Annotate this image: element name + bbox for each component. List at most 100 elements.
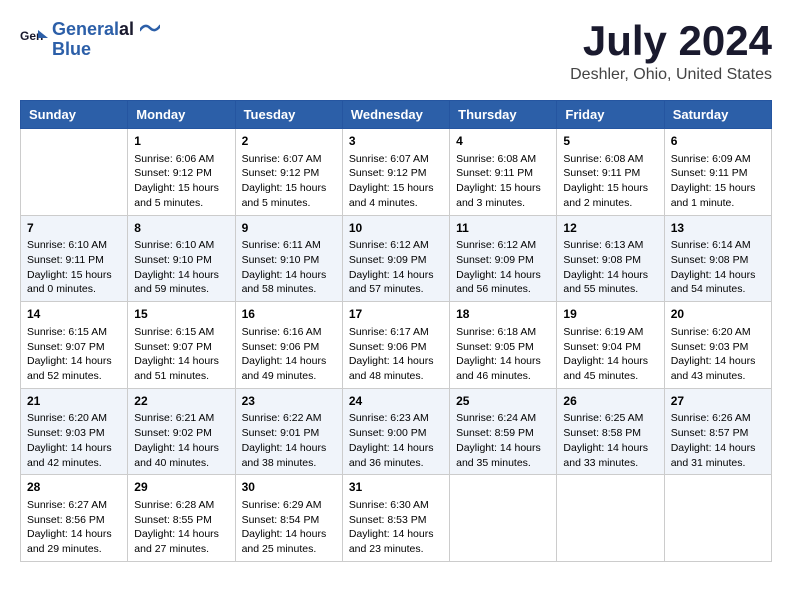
day-header-thursday: Thursday	[450, 101, 557, 129]
calendar-cell: 14Sunrise: 6:15 AMSunset: 9:07 PMDayligh…	[21, 302, 128, 389]
calendar-week-row: 14 Sunrise: 6:15 AM Sunset: 9:07 PM Dayligh…	[21, 302, 772, 389]
day-number: 28	[27, 479, 121, 496]
day-number: 14	[27, 306, 121, 323]
sunrise-text: Sunrise: 6:27 AM	[27, 499, 107, 511]
calendar-header-row: SundayMondayTuesdayWednesdayThursdayFrid…	[21, 101, 772, 129]
daylight-text: Daylight: 14 hours and 45 minutes.	[563, 355, 648, 382]
daylight-text: Daylight: 14 hours and 55 minutes.	[563, 269, 648, 296]
day-number: 16	[242, 306, 336, 323]
calendar-cell	[21, 129, 128, 216]
calendar-cell: 7 Sunrise: 6:10 AM Sunset: 9:11 PM Daylight…	[21, 215, 128, 302]
daylight-text: Daylight: 14 hours and 36 minutes.	[349, 442, 434, 469]
logo-text-blue: Blue	[52, 40, 160, 60]
sunrise-text: Sunrise: 6:30 AM	[349, 499, 429, 511]
sunrise-text: Sunrise: 6:18 AM	[456, 326, 536, 338]
calendar-week-row: 21Sunrise: 6:20 AMSunset: 9:03 PMDayligh…	[21, 388, 772, 475]
day-number: 1	[134, 133, 228, 150]
day-number: 7	[27, 220, 121, 237]
logo-bird-icon	[140, 23, 160, 37]
sunset-text: Sunset: 8:57 PM	[671, 427, 749, 439]
sunrise-text: Sunrise: 6:20 AM	[27, 412, 107, 424]
day-number: 6	[671, 133, 765, 150]
calendar-cell: 28Sunrise: 6:27 AMSunset: 8:56 PMDayligh…	[21, 475, 128, 562]
calendar-cell: 6Sunrise: 6:09 AMSunset: 9:11 PMDaylight…	[664, 129, 771, 216]
sunrise-text: Sunrise: 6:08 AM	[456, 153, 536, 165]
sunset-text: Sunset: 8:56 PM	[27, 514, 105, 526]
sunset-text: Sunset: 9:11 PM	[27, 254, 104, 266]
day-header-friday: Friday	[557, 101, 664, 129]
day-number: 30	[242, 479, 336, 496]
calendar-cell	[557, 475, 664, 562]
sunrise-text: Sunrise: 6:22 AM	[242, 412, 322, 424]
daylight-text: Daylight: 15 hours and 1 minute.	[671, 182, 756, 209]
sunrise-text: Sunrise: 6:12 AM	[456, 239, 536, 251]
daylight-text: Daylight: 14 hours and 38 minutes.	[242, 442, 327, 469]
day-number: 25	[456, 393, 550, 410]
sunset-text: Sunset: 8:53 PM	[349, 514, 427, 526]
calendar-cell	[450, 475, 557, 562]
sunset-text: Sunset: 9:00 PM	[349, 427, 427, 439]
day-number: 27	[671, 393, 765, 410]
sunrise-text: Sunrise: 6:13 AM	[563, 239, 643, 251]
day-header-saturday: Saturday	[664, 101, 771, 129]
sunrise-text: Sunrise: 6:06 AM	[134, 153, 214, 165]
calendar-cell: 11Sunrise: 6:12 AMSunset: 9:09 PMDayligh…	[450, 215, 557, 302]
daylight-text: Daylight: 14 hours and 57 minutes.	[349, 269, 434, 296]
title-area: July 2024 Deshler, Ohio, United States	[570, 20, 772, 84]
daylight-text: Daylight: 14 hours and 25 minutes.	[242, 528, 327, 555]
sunset-text: Sunset: 9:11 PM	[456, 167, 533, 179]
sunset-text: Sunset: 9:12 PM	[349, 167, 427, 179]
sunrise-text: Sunrise: 6:23 AM	[349, 412, 429, 424]
day-number: 17	[349, 306, 443, 323]
day-number: 15	[134, 306, 228, 323]
calendar-table: SundayMondayTuesdayWednesdayThursdayFrid…	[20, 100, 772, 562]
calendar-cell: 9Sunrise: 6:11 AMSunset: 9:10 PMDaylight…	[235, 215, 342, 302]
day-number: 24	[349, 393, 443, 410]
sunrise-text: Sunrise: 6:24 AM	[456, 412, 536, 424]
calendar-cell: 30Sunrise: 6:29 AMSunset: 8:54 PMDayligh…	[235, 475, 342, 562]
calendar-cell: 3Sunrise: 6:07 AMSunset: 9:12 PMDaylight…	[342, 129, 449, 216]
calendar-cell: 10Sunrise: 6:12 AMSunset: 9:09 PMDayligh…	[342, 215, 449, 302]
sunrise-text: Sunrise: 6:14 AM	[671, 239, 751, 251]
daylight-text: Daylight: 15 hours and 3 minutes.	[456, 182, 541, 209]
sunset-text: Sunset: 9:07 PM	[134, 341, 212, 353]
day-header-wednesday: Wednesday	[342, 101, 449, 129]
sunrise-text: Sunrise: 6:28 AM	[134, 499, 214, 511]
daylight-text: Daylight: 14 hours and 35 minutes.	[456, 442, 541, 469]
day-number: 26	[563, 393, 657, 410]
calendar-cell: 2Sunrise: 6:07 AMSunset: 9:12 PMDaylight…	[235, 129, 342, 216]
day-number: 22	[134, 393, 228, 410]
day-number: 12	[563, 220, 657, 237]
daylight-text: Daylight: 15 hours and 5 minutes.	[242, 182, 327, 209]
day-number: 18	[456, 306, 550, 323]
calendar-cell: 8Sunrise: 6:10 AMSunset: 9:10 PMDaylight…	[128, 215, 235, 302]
calendar-week-row: 1 Sunrise: 6:06 AM Sunset: 9:12 PM Daylight…	[21, 129, 772, 216]
calendar-week-row: 7 Sunrise: 6:10 AM Sunset: 9:11 PM Daylight…	[21, 215, 772, 302]
calendar-cell: 23Sunrise: 6:22 AMSunset: 9:01 PMDayligh…	[235, 388, 342, 475]
sunset-text: Sunset: 9:09 PM	[349, 254, 427, 266]
calendar-cell: 22Sunrise: 6:21 AMSunset: 9:02 PMDayligh…	[128, 388, 235, 475]
sunrise-text: Sunrise: 6:17 AM	[349, 326, 429, 338]
sunset-text: Sunset: 9:10 PM	[134, 254, 212, 266]
daylight-text: Daylight: 14 hours and 43 minutes.	[671, 355, 756, 382]
sunrise-text: Sunrise: 6:10 AM	[27, 239, 107, 251]
sunrise-text: Sunrise: 6:15 AM	[134, 326, 214, 338]
calendar-cell: 19Sunrise: 6:19 AMSunset: 9:04 PMDayligh…	[557, 302, 664, 389]
day-number: 20	[671, 306, 765, 323]
logo-text-general: General	[52, 19, 119, 39]
calendar-cell: 12Sunrise: 6:13 AMSunset: 9:08 PMDayligh…	[557, 215, 664, 302]
day-number: 11	[456, 220, 550, 237]
sunset-text: Sunset: 9:11 PM	[563, 167, 640, 179]
sunrise-text: Sunrise: 6:10 AM	[134, 239, 214, 251]
calendar-cell: 21Sunrise: 6:20 AMSunset: 9:03 PMDayligh…	[21, 388, 128, 475]
sunset-text: Sunset: 9:09 PM	[456, 254, 534, 266]
day-number: 10	[349, 220, 443, 237]
sunrise-text: Sunrise: 6:07 AM	[242, 153, 322, 165]
sunset-text: Sunset: 9:03 PM	[27, 427, 105, 439]
sunset-text: Sunset: 8:58 PM	[563, 427, 641, 439]
sunrise-text: Sunrise: 6:11 AM	[242, 239, 321, 251]
daylight-text: Daylight: 14 hours and 42 minutes.	[27, 442, 112, 469]
daylight-text: Daylight: 15 hours and 0 minutes.	[27, 269, 112, 296]
day-header-sunday: Sunday	[21, 101, 128, 129]
calendar-cell: 29Sunrise: 6:28 AMSunset: 8:55 PMDayligh…	[128, 475, 235, 562]
